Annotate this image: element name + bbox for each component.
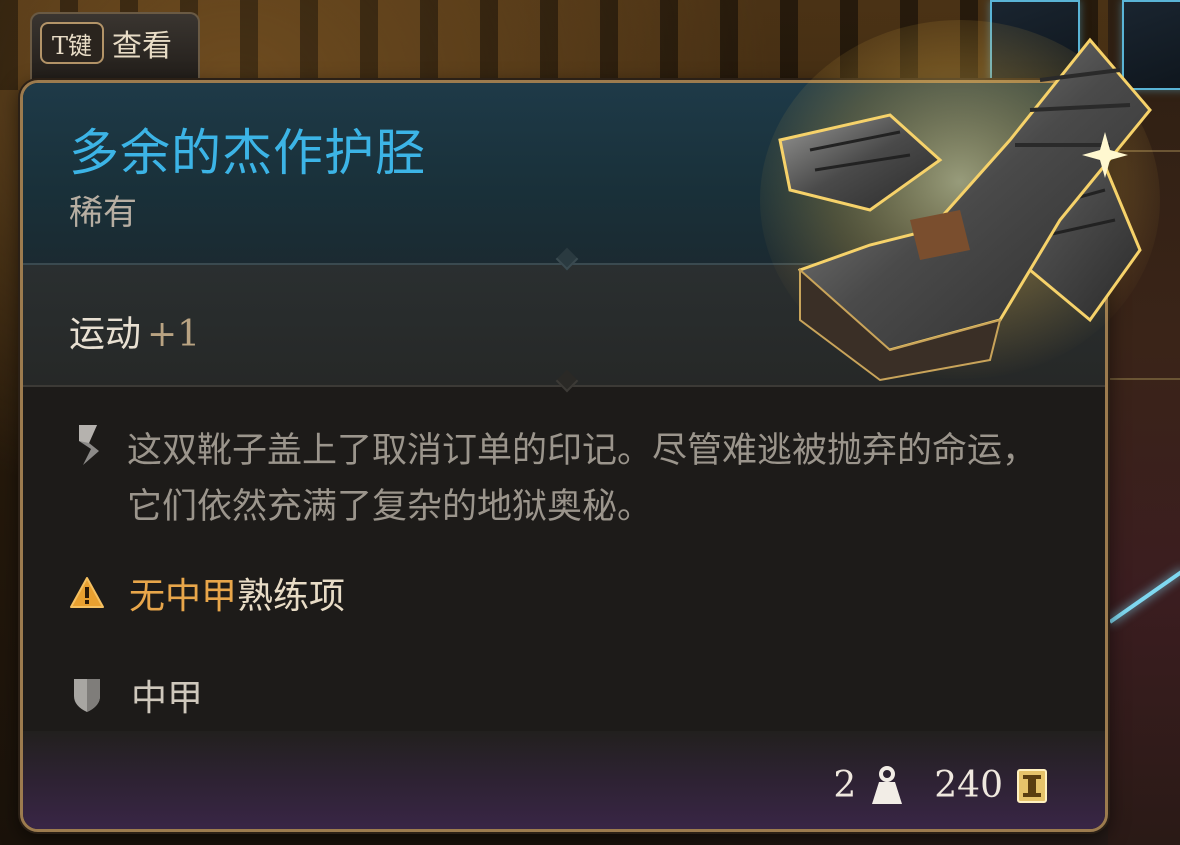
proficiency-warning: 无中甲熟练项 bbox=[69, 567, 345, 619]
item-rarity: 稀有 bbox=[69, 193, 137, 233]
gold-value: 240 bbox=[934, 765, 1003, 806]
stat-value: +1 bbox=[147, 314, 201, 355]
warning-highlight: 无中甲 bbox=[129, 576, 238, 617]
inspect-hint-tab[interactable]: T键 查看 bbox=[30, 12, 200, 80]
warning-icon bbox=[70, 577, 104, 608]
stat-name: 运动 bbox=[69, 314, 142, 355]
armor-type-row: 中甲 bbox=[71, 669, 203, 721]
item-name: 多余的杰作护胫 bbox=[69, 124, 426, 182]
gold-coin-icon bbox=[1017, 768, 1047, 803]
weight-icon bbox=[872, 765, 903, 804]
greaves-item-image bbox=[760, 20, 1160, 382]
scroll-icon bbox=[79, 425, 99, 465]
weight-value: 2 bbox=[833, 765, 857, 806]
armor-type: 中甲 bbox=[131, 678, 204, 719]
warning-text: 熟练项 bbox=[237, 576, 346, 617]
item-description: 这双靴子盖上了取消订单的印记。尽管难逃被抛弃的命运，它们依然充满了复杂的地狱奥秘… bbox=[127, 431, 1038, 527]
inspect-label: 查看 bbox=[112, 29, 172, 64]
stat-bonus: 运动 +1 bbox=[69, 305, 200, 357]
shield-icon bbox=[74, 679, 100, 712]
item-weight-value: 2 240 bbox=[833, 765, 1047, 806]
t-key-badge: T键 bbox=[40, 22, 104, 64]
